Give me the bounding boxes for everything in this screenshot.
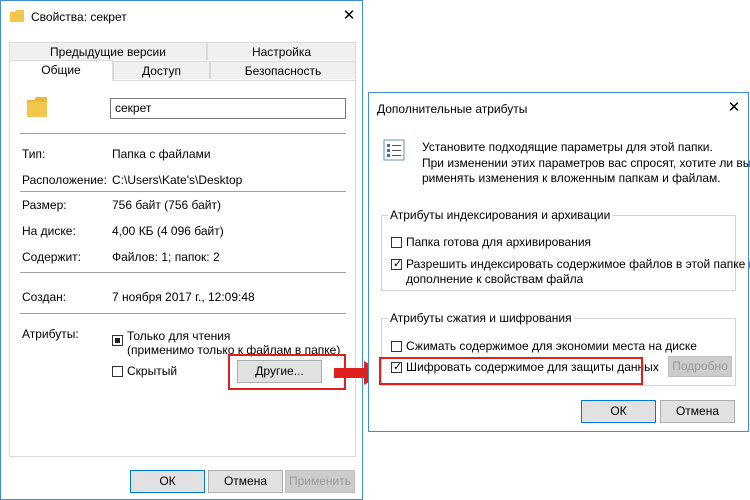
- size-value: 756 байт (756 байт): [112, 198, 221, 212]
- indeterminate-mark: [115, 338, 120, 343]
- general-panel: секрет Тип: Папка с файлами Расположение…: [9, 80, 356, 457]
- divider: [20, 313, 346, 314]
- advanced-title: Дополнительные атрибуты: [377, 102, 528, 116]
- tab-general[interactable]: Общие: [9, 60, 113, 81]
- cancel-button[interactable]: Отмена: [660, 400, 735, 423]
- name-field[interactable]: секрет: [110, 98, 346, 119]
- archive-checkbox[interactable]: [391, 237, 402, 248]
- index-label-cont: дополнение к свойствам файла: [406, 272, 584, 286]
- compression-group-title: Атрибуты сжатия и шифрования: [388, 311, 574, 325]
- highlight-other-button: [228, 354, 346, 390]
- divider: [20, 272, 346, 273]
- details-button[interactable]: Подробно: [668, 356, 732, 377]
- type-label: Тип:: [22, 147, 46, 161]
- location-value: C:\Users\Kate's\Desktop: [112, 173, 243, 187]
- index-label: Разрешить индексировать содержимое файло…: [406, 257, 750, 271]
- highlight-encrypt-option: [379, 357, 643, 385]
- close-icon[interactable]: ✕: [719, 96, 749, 120]
- attributes-list-icon: [383, 139, 405, 161]
- ok-button[interactable]: ОК: [130, 470, 205, 493]
- advanced-intro-1: Установите подходящие параметры для этой…: [422, 140, 713, 154]
- contains-value: Файлов: 1; папок: 2: [112, 250, 220, 264]
- compress-label: Сжимать содержимое для экономии места на…: [406, 339, 697, 353]
- index-checkbox[interactable]: ✓: [391, 258, 403, 270]
- contains-label: Содержит:: [22, 250, 81, 264]
- archive-label: Папка готова для архивирования: [406, 235, 592, 249]
- folder-icon: [27, 97, 47, 117]
- properties-window: Свойства: секрет ✕ Предыдущие версии Нас…: [0, 0, 363, 500]
- apply-button[interactable]: Применить: [285, 470, 355, 493]
- size-label: Размер:: [22, 198, 67, 212]
- hidden-checkbox[interactable]: [112, 366, 123, 377]
- folder-icon: [10, 10, 24, 22]
- disk-size-value: 4,00 КБ (4 096 байт): [112, 224, 224, 238]
- readonly-label: Только для чтения: [127, 329, 231, 343]
- tab-sharing[interactable]: Доступ: [113, 61, 210, 79]
- disk-size-label: На диске:: [22, 224, 76, 238]
- properties-titlebar: Свойства: секрет ✕: [1, 1, 362, 31]
- cancel-button[interactable]: Отмена: [208, 470, 283, 493]
- checkmark-icon: ✓: [393, 258, 403, 270]
- location-label: Расположение:: [22, 173, 107, 187]
- hidden-label: Скрытый: [127, 364, 178, 378]
- readonly-checkbox[interactable]: [112, 335, 123, 346]
- compress-checkbox[interactable]: [391, 341, 402, 352]
- attributes-label: Атрибуты:: [22, 327, 79, 341]
- ok-button[interactable]: ОК: [581, 400, 656, 423]
- close-icon[interactable]: ✕: [334, 4, 364, 28]
- indexing-group: Атрибуты индексирования и архивации Папк…: [381, 208, 750, 291]
- divider: [20, 133, 346, 134]
- indexing-group-title: Атрибуты индексирования и архивации: [388, 208, 613, 222]
- created-label: Создан:: [22, 290, 67, 304]
- created-value: 7 ноября 2017 г., 12:09:48: [112, 290, 255, 304]
- properties-title: Свойства: секрет: [31, 10, 127, 24]
- divider: [20, 191, 346, 192]
- advanced-intro-2: При изменении этих параметров вас спрося…: [422, 156, 750, 170]
- tab-previous-versions[interactable]: Предыдущие версии: [9, 42, 207, 60]
- type-value: Папка с файлами: [112, 147, 211, 161]
- tab-security[interactable]: Безопасность: [210, 61, 356, 79]
- tab-customize[interactable]: Настройка: [207, 42, 356, 60]
- advanced-intro-3: рименять изменения к вложенным папкам и …: [422, 171, 721, 185]
